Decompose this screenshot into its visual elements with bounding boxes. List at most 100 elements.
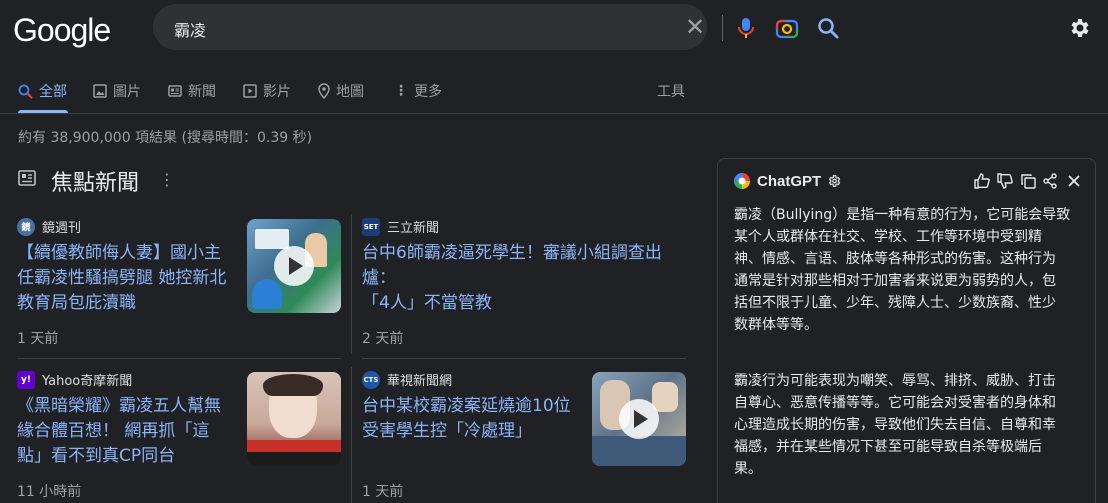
news-icon [18, 170, 36, 190]
yahoo-logo-icon: y! [17, 370, 35, 389]
tab-all[interactable]: 全部 [18, 81, 67, 101]
tab-news[interactable]: 新聞 [168, 81, 216, 101]
copy-icon[interactable] [1020, 173, 1036, 193]
tab-label: 圖片 [113, 84, 141, 100]
answer-line: 福感，并在某些情况下甚至可能导致自杀等极端后 [734, 439, 1042, 455]
news-time: 1 天前 [362, 484, 404, 500]
headline-line: 台中某校霸凌案延燒逾10位 [362, 396, 571, 416]
headline-line: 緣合體百想！ 網再抓「這 [17, 421, 210, 441]
clear-icon[interactable]: ✕ [685, 13, 705, 41]
close-icon[interactable] [1067, 173, 1081, 192]
headline-line: 「4人」不當管教 [362, 293, 492, 313]
answer-line: 数群体等等。 [734, 317, 818, 333]
search-icon[interactable] [817, 17, 839, 43]
divider [362, 358, 686, 359]
tab-maps[interactable]: 地圖 [318, 81, 364, 101]
mirror-media-logo-icon: 鏡 [17, 217, 35, 236]
top-stories-title: 焦點新聞 [51, 171, 140, 196]
thumbs-up-icon[interactable] [974, 173, 990, 193]
video-icon [243, 84, 257, 98]
tab-label: 影片 [263, 84, 291, 100]
news-icon [168, 85, 182, 97]
source-name: 華視新聞網 [387, 374, 453, 389]
news-card[interactable]: y! Yahoo奇摩新聞 《黑暗榮耀》霸凌五人幫無 緣合體百想！ 網再抓「這 點… [17, 370, 242, 503]
news-headline[interactable]: 【續優教師侮人妻】國小主 任霸凌性騷搞劈腿 她控新北 教育局包庇瀆職 [17, 241, 226, 316]
search-tabs: 全部 圖片 新聞 影片 地圖 ⋮ 更多 [0, 80, 700, 114]
news-headline[interactable]: 台中6師霸凌逼死學生！審議小組調查出爐： 「4人」不當管教 [362, 241, 692, 316]
headline-line: 《黑暗榮耀》霸凌五人幫無 [17, 396, 221, 416]
source-name: 三立新聞 [387, 221, 440, 236]
headline-line: 任霸凌性騷搞劈腿 她控新北 [17, 268, 227, 288]
divider [0, 113, 1108, 114]
headline-line: 教育局包庇瀆職 [17, 293, 136, 313]
tab-images[interactable]: 圖片 [93, 81, 141, 101]
answer-line: 霸凌行为可能表现为嘲笑、辱骂、排挤、威胁、打击 [734, 373, 1056, 389]
chatgpt-logo-icon [734, 173, 750, 189]
answer-line: 神、情感、言语、肢体等各种形式的伤害。这种行为 [734, 251, 1056, 267]
microphone-icon[interactable] [735, 16, 757, 44]
divider [351, 214, 352, 354]
news-source: CTS 華視新聞網 [362, 370, 452, 389]
search-icon [18, 84, 33, 99]
headline-line: 受害學生控「冷處理」 [362, 421, 532, 441]
headline-line: 台中6師霸凌逼死學生！審議小組調查出爐： [362, 243, 662, 288]
headline-line: 【續優教師侮人妻】國小主 [17, 243, 221, 263]
news-thumbnail[interactable] [247, 372, 341, 466]
answer-line: 自尊心、恶意传播等等。它可能会对受害者的身体和 [734, 395, 1056, 411]
google-logo[interactable]: Google [13, 12, 111, 49]
news-time: 2 天前 [362, 331, 404, 347]
thumbs-down-icon[interactable] [997, 173, 1013, 193]
share-icon[interactable] [1042, 173, 1058, 193]
news-headline[interactable]: 台中某校霸凌案延燒逾10位 受害學生控「冷處理」 [362, 394, 571, 444]
divider [722, 15, 723, 41]
news-card[interactable]: 鏡 鏡週刊 【續優教師侮人妻】國小主 任霸凌性騷搞劈腿 她控新北 教育局包庇瀆職… [17, 217, 242, 347]
settings-gear-icon[interactable] [1067, 16, 1091, 44]
answer-line: 某个人或群体在社交、学校、工作等环境中受到精 [734, 229, 1042, 245]
search-bar[interactable]: 霸凌 ✕ [153, 4, 839, 50]
answer-line: 心理造成长期的伤害，导致他们失去自信、自尊和幸 [734, 417, 1056, 433]
tab-label: 地圖 [336, 84, 364, 100]
divider [17, 358, 341, 359]
news-time: 11 小時前 [17, 484, 82, 500]
news-headline[interactable]: 《黑暗榮耀》霸凌五人幫無 緣合體百想！ 網再抓「這 點」看不到真CP同台 [17, 394, 221, 469]
news-source: y! Yahoo奇摩新聞 [17, 370, 132, 389]
result-stats: 約有 38,900,000 項結果 (搜尋時間：0.39 秒) [18, 130, 313, 146]
answer-line: 果。 [734, 461, 762, 477]
source-name: Yahoo奇摩新聞 [42, 374, 133, 389]
news-card[interactable]: SET 三立新聞 台中6師霸凌逼死學生！審議小組調查出爐： 「4人」不當管教 2… [362, 217, 692, 347]
tab-more[interactable]: ⋮ 更多 [394, 81, 442, 101]
more-vert-icon[interactable]: ⋮ [159, 170, 175, 189]
answer-line: 霸凌（Bullying）是指一种有意的行为，它可能会导致 [734, 207, 1071, 223]
divider [351, 367, 352, 503]
play-icon [274, 246, 314, 286]
tab-label: 新聞 [188, 84, 216, 100]
chatgpt-answer-paragraph: 霸凌行为可能表现为嘲笑、辱骂、排挤、威胁、打击 自尊心、恶意传播等等。它可能会对… [734, 370, 1084, 480]
source-name: 鏡週刊 [42, 221, 82, 236]
set-news-logo-icon: SET [362, 217, 380, 236]
tools-button[interactable]: 工具 [657, 81, 685, 101]
settings-gear-icon[interactable] [827, 174, 841, 188]
tab-label: 全部 [39, 84, 67, 100]
answer-line: 通常是针对那些相对于加害者来说更为弱势的人，包 [734, 273, 1056, 289]
more-vert-icon: ⋮ [394, 83, 408, 99]
map-pin-icon [318, 83, 330, 99]
news-source: 鏡 鏡週刊 [17, 217, 81, 236]
cts-logo-icon: CTS [362, 370, 380, 389]
answer-line: 括但不限于儿童、少年、残障人士、少数族裔、性少 [734, 295, 1056, 311]
news-thumbnail[interactable] [247, 219, 341, 313]
image-icon [93, 84, 107, 98]
chatgpt-header: ChatGPT [733, 172, 841, 190]
camera-icon[interactable] [775, 17, 799, 43]
news-card[interactable]: CTS 華視新聞網 台中某校霸凌案延燒逾10位 受害學生控「冷處理」 1 天前 [362, 370, 587, 503]
chatgpt-title: ChatGPT [757, 172, 822, 190]
headline-line: 點」看不到真CP同台 [17, 446, 176, 466]
news-source: SET 三立新聞 [362, 217, 439, 236]
news-time: 1 天前 [17, 331, 59, 347]
tab-label: 更多 [414, 84, 442, 100]
search-input[interactable]: 霸凌 [174, 17, 206, 41]
play-icon [619, 399, 659, 439]
chatgpt-panel: ChatGPT 霸凌（Bullying）是指一种有意的行为，它可能会导致 某个人… [717, 158, 1096, 503]
news-thumbnail[interactable] [592, 372, 686, 466]
chatgpt-answer-paragraph: 霸凌（Bullying）是指一种有意的行为，它可能会导致 某个人或群体在社交、学… [734, 204, 1084, 336]
tab-videos[interactable]: 影片 [243, 81, 291, 101]
